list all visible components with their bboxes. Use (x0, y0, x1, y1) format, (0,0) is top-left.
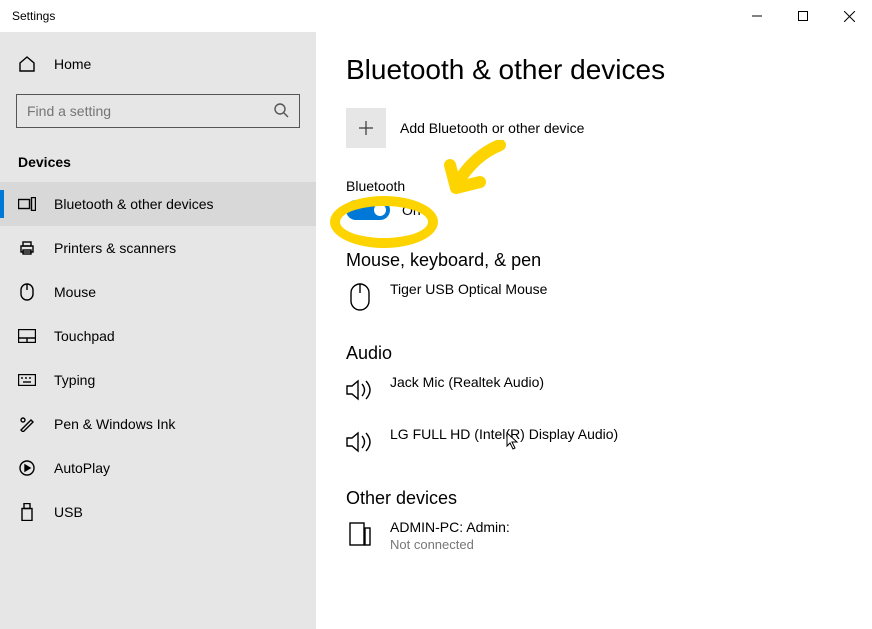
home-button[interactable]: Home (0, 42, 316, 86)
search-box[interactable] (16, 94, 300, 128)
device-name: ADMIN-PC: Admin: (390, 519, 510, 535)
device-status: Not connected (390, 537, 510, 552)
home-label: Home (54, 56, 91, 72)
nav-label: Pen & Windows Ink (54, 416, 175, 432)
nav-label: Mouse (54, 284, 96, 300)
autoplay-icon (18, 460, 36, 476)
nav-label: Touchpad (54, 328, 115, 344)
nav-label: Typing (54, 372, 95, 388)
cursor-icon (506, 432, 520, 450)
pc-icon (346, 519, 374, 551)
nav-autoplay[interactable]: AutoPlay (0, 446, 316, 490)
bluetooth-heading: Bluetooth (346, 178, 872, 194)
speaker-icon (346, 426, 374, 458)
annotation-arrow-icon (440, 140, 510, 210)
nav-pen[interactable]: Pen & Windows Ink (0, 402, 316, 446)
maximize-button[interactable] (780, 0, 826, 32)
group-heading-audio: Audio (346, 343, 872, 364)
nav-usb[interactable]: USB (0, 490, 316, 534)
minimize-button[interactable] (734, 0, 780, 32)
content-pane: Bluetooth & other devices Add Bluetooth … (316, 32, 872, 629)
device-row[interactable]: LG FULL HD (Intel(R) Display Audio) (346, 426, 872, 458)
group-heading-other: Other devices (346, 488, 872, 509)
nav-bluetooth[interactable]: Bluetooth & other devices (0, 182, 316, 226)
page-title: Bluetooth & other devices (346, 54, 872, 86)
nav-list: Bluetooth & other devices Printers & sca… (0, 182, 316, 534)
printer-icon (18, 240, 36, 256)
mouse-icon (18, 283, 36, 301)
nav-touchpad[interactable]: Touchpad (0, 314, 316, 358)
device-row[interactable]: Tiger USB Optical Mouse (346, 281, 872, 313)
nav-printers[interactable]: Printers & scanners (0, 226, 316, 270)
speaker-icon (346, 374, 374, 406)
sidebar-section-heading: Devices (0, 144, 316, 182)
add-device-label: Add Bluetooth or other device (400, 120, 584, 136)
nav-label: USB (54, 504, 83, 520)
titlebar: Settings (0, 0, 872, 32)
window-controls (734, 0, 872, 32)
search-input[interactable] (27, 103, 273, 119)
pen-icon (18, 416, 36, 432)
device-row[interactable]: Jack Mic (Realtek Audio) (346, 374, 872, 406)
device-name: Jack Mic (Realtek Audio) (390, 374, 544, 390)
device-name: Tiger USB Optical Mouse (390, 281, 547, 297)
nav-label: Printers & scanners (54, 240, 176, 256)
sidebar: Home Devices Bluetooth & other devices P… (0, 32, 316, 629)
window-title: Settings (12, 9, 55, 23)
usb-icon (18, 503, 36, 521)
keyboard-icon (18, 374, 36, 386)
nav-label: AutoPlay (54, 460, 110, 476)
home-icon (18, 55, 36, 73)
device-name: LG FULL HD (Intel(R) Display Audio) (390, 426, 618, 442)
group-heading-mouse: Mouse, keyboard, & pen (346, 250, 872, 271)
device-row[interactable]: ADMIN-PC: Admin: Not connected (346, 519, 872, 552)
nav-mouse[interactable]: Mouse (0, 270, 316, 314)
search-icon (273, 102, 289, 121)
devices-icon (18, 197, 36, 211)
nav-label: Bluetooth & other devices (54, 196, 214, 212)
nav-typing[interactable]: Typing (0, 358, 316, 402)
add-device-button[interactable]: Add Bluetooth or other device (346, 108, 872, 148)
mouse-icon (346, 281, 374, 313)
close-button[interactable] (826, 0, 872, 32)
touchpad-icon (18, 329, 36, 343)
plus-icon (346, 108, 386, 148)
